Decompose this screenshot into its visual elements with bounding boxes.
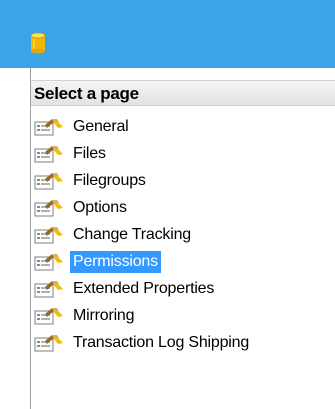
page-item-general[interactable]: General xyxy=(31,114,335,141)
page-item-files[interactable]: Files xyxy=(31,141,335,168)
database-icon xyxy=(30,32,46,54)
page-item-options[interactable]: Options xyxy=(31,195,335,222)
property-page-icon xyxy=(34,335,63,352)
page-selector-panel: Select a page General Files Filegroups O… xyxy=(30,68,335,409)
property-page-icon xyxy=(34,119,63,136)
page-item-label: General xyxy=(73,118,129,135)
page-item-filegroups[interactable]: Filegroups xyxy=(31,168,335,195)
database-properties-window: Select a page General Files Filegroups O… xyxy=(0,0,335,409)
page-item-label: Transaction Log Shipping xyxy=(73,334,250,351)
page-item-label: Mirroring xyxy=(73,307,135,324)
property-page-icon xyxy=(34,200,63,217)
page-item-label: Filegroups xyxy=(73,172,146,189)
panel-header-label: Select a page xyxy=(34,84,139,103)
page-item-change-tracking[interactable]: Change Tracking xyxy=(31,222,335,249)
page-item-extended-properties[interactable]: Extended Properties xyxy=(31,276,335,303)
property-page-icon xyxy=(34,227,63,244)
property-page-icon xyxy=(34,146,63,163)
panel-header: Select a page xyxy=(31,80,335,106)
window-titlebar xyxy=(0,0,335,68)
property-page-icon xyxy=(34,254,63,271)
page-item-transaction-log-shipping[interactable]: Transaction Log Shipping xyxy=(31,330,335,357)
property-page-icon xyxy=(34,308,63,325)
page-item-label: Files xyxy=(73,145,106,162)
property-page-icon xyxy=(34,281,63,298)
property-page-icon xyxy=(34,173,63,190)
page-list: General Files Filegroups Options Change … xyxy=(31,114,335,357)
page-item-label: Options xyxy=(73,199,127,216)
page-item-mirroring[interactable]: Mirroring xyxy=(31,303,335,330)
page-item-label: Extended Properties xyxy=(73,280,215,297)
page-item-permissions[interactable]: Permissions xyxy=(31,249,335,276)
page-item-label: Permissions xyxy=(70,251,161,273)
page-item-label: Change Tracking xyxy=(73,226,191,243)
